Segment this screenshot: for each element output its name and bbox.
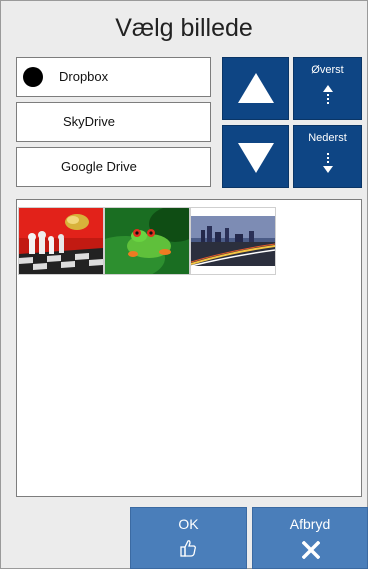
scroll-up-button[interactable]: [222, 57, 289, 120]
thumbs-up-icon: [180, 540, 196, 557]
source-label: SkyDrive: [63, 114, 116, 129]
arrow-to-bottom-icon: [323, 153, 333, 173]
dialog-title: Vælg billede: [115, 14, 253, 42]
source-dropbox[interactable]: Dropbox: [16, 57, 211, 97]
triangle-down-icon: [238, 143, 274, 173]
source-skydrive[interactable]: SkyDrive: [16, 102, 211, 142]
thumbnail-chess[interactable]: [18, 207, 104, 275]
bottom-label: Nederst: [308, 132, 347, 144]
cancel-label: Afbryd: [289, 516, 331, 532]
triangle-up-icon: [238, 73, 274, 103]
arrow-to-top-icon: [323, 85, 333, 104]
thumbnail-city-night[interactable]: [190, 207, 276, 275]
source-google-drive[interactable]: Google Drive: [16, 147, 211, 187]
frog-image: [105, 208, 189, 274]
scroll-to-top-button[interactable]: Øverst: [293, 57, 362, 120]
top-label: Øverst: [311, 64, 344, 76]
source-label: Google Drive: [61, 159, 137, 174]
image-gallery[interactable]: [16, 199, 362, 497]
close-icon: [302, 541, 320, 559]
selected-indicator: [23, 67, 43, 87]
source-label: Dropbox: [59, 69, 109, 84]
scroll-to-bottom-button[interactable]: Nederst: [293, 125, 362, 188]
ok-label: OK: [178, 516, 199, 532]
cancel-button[interactable]: Afbryd: [252, 507, 368, 569]
chess-image: [19, 208, 103, 274]
ok-button[interactable]: OK: [130, 507, 247, 569]
scroll-down-button[interactable]: [222, 125, 289, 188]
city-night-image: [191, 208, 275, 274]
thumbnail-frog[interactable]: [104, 207, 190, 275]
